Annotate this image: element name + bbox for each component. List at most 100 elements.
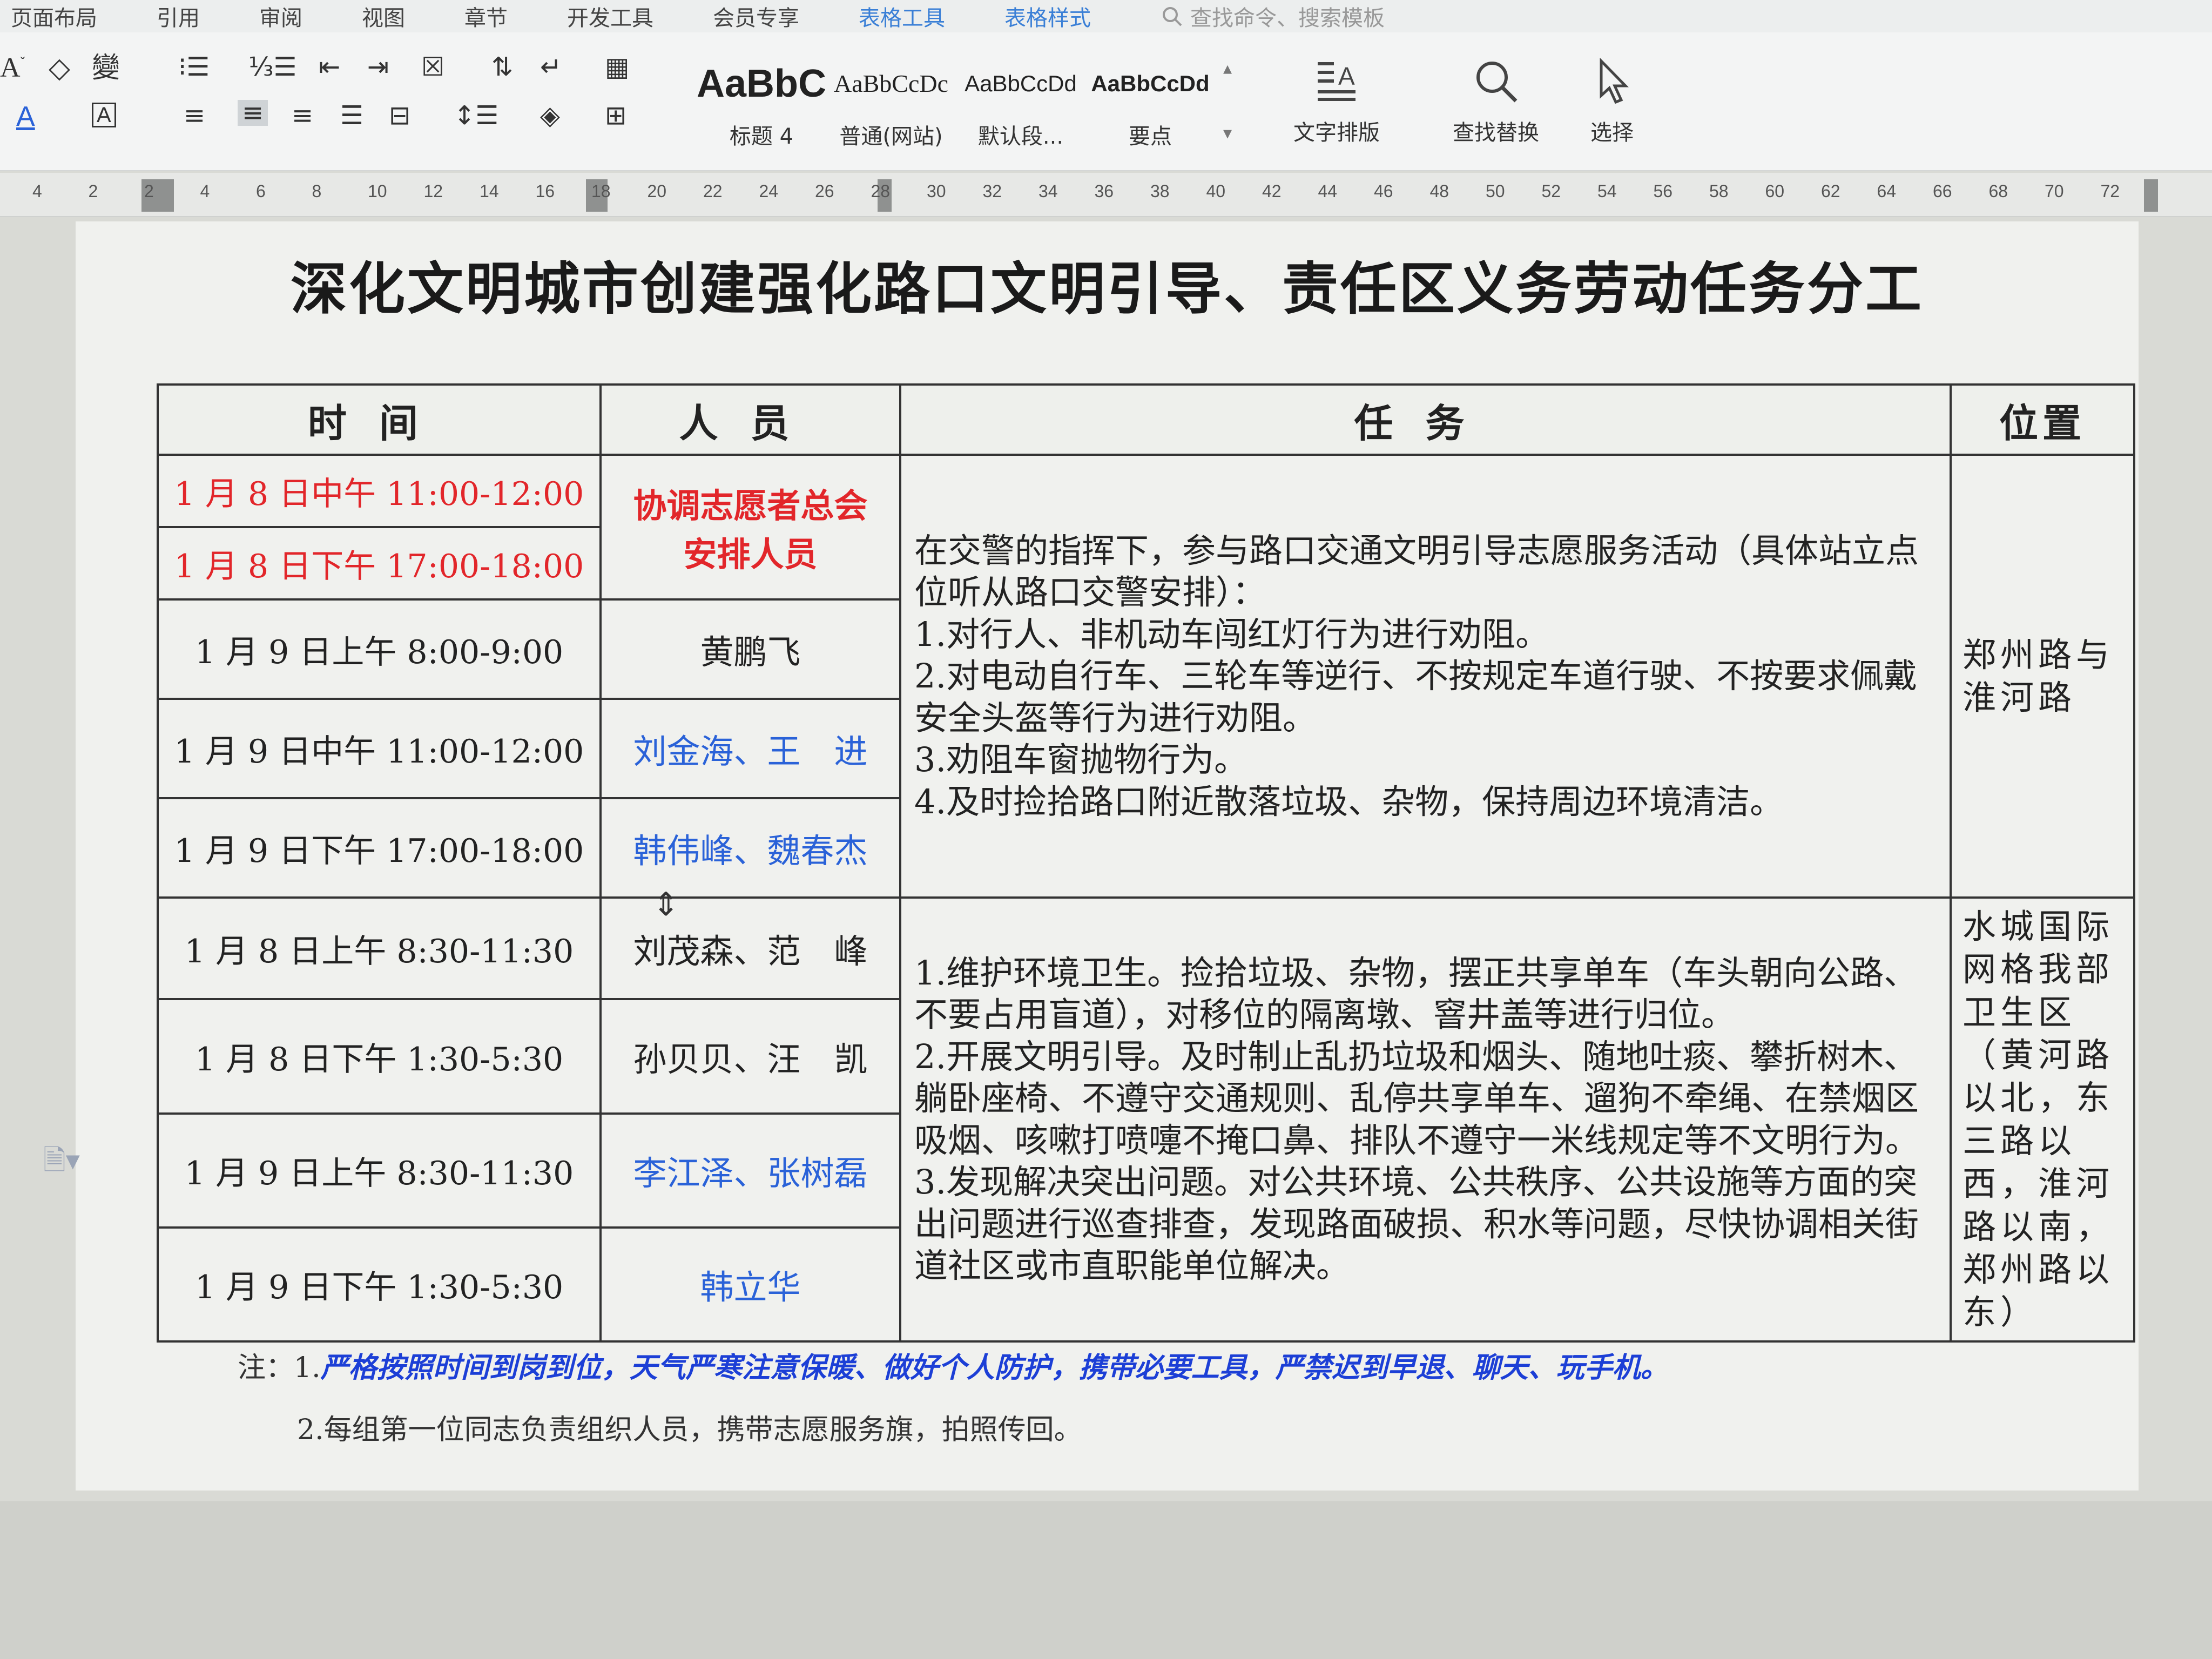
font-size-decrease-icon[interactable]: Aˇ xyxy=(0,54,25,82)
table-row[interactable]: 1 月 8 日上午 8:30-11:30 刘茂森、范 峰 1.维护环境卫生。捡拾… xyxy=(157,896,2135,1343)
menu-developer[interactable]: 开发工具 xyxy=(556,1,702,32)
chinese-layout-icon[interactable]: ☒ xyxy=(421,54,444,80)
menu-references[interactable]: 引用 xyxy=(146,1,248,32)
people-cell[interactable]: 黄鹏飞 xyxy=(599,598,901,700)
increase-indent-icon[interactable]: ⇥ xyxy=(367,54,389,80)
style-scroll-down-icon[interactable]: ▾ xyxy=(1223,124,1232,141)
task-table[interactable]: 时间 人员 任务 位置 1 月 8 日中午 11:00-12:00 协调志愿者总… xyxy=(157,383,2135,1343)
people-cell[interactable]: 协调志愿者总会 安排人员 xyxy=(599,454,901,601)
command-search[interactable]: 查找命令、搜索模板 xyxy=(1139,1,1385,32)
style-normal-web[interactable]: AaBbCcDc 普通(网站) xyxy=(826,59,956,157)
line-spacing-icon[interactable]: ↕☰ xyxy=(454,103,498,129)
menu-table-style[interactable]: 表格样式 xyxy=(994,1,1139,32)
phonetic-guide-glyph: 變 xyxy=(92,52,120,84)
ruler-tick-label: 6 xyxy=(256,181,266,201)
bullet-list-icon[interactable]: ⁝☰ xyxy=(178,54,210,80)
ruler-tick-label: 48 xyxy=(1429,181,1449,201)
ruler-tick-label: 2 xyxy=(144,181,154,201)
distributed-icon[interactable]: ⊟ xyxy=(389,103,410,129)
align-right-icon[interactable]: ≡ xyxy=(292,103,313,129)
time-cell[interactable]: 1 月 9 日下午 1:30-5:30 xyxy=(157,1226,602,1343)
cursor-arrow-icon xyxy=(1600,57,1629,104)
time-cell[interactable]: 1 月 9 日上午 8:00-9:00 xyxy=(157,598,602,700)
menu-page-layout[interactable]: 页面布局 xyxy=(0,1,146,32)
time-cell[interactable]: 1 月 9 日下午 17:00-18:00 xyxy=(157,797,602,899)
paste-options-icon[interactable]: 🗎▾ xyxy=(43,1139,80,1188)
people-cell[interactable]: 刘茂森、范 峰 xyxy=(599,896,901,1001)
people-cell[interactable]: 孙贝贝、汪 凯 xyxy=(599,998,901,1115)
people-cell[interactable]: 刘金海、王 进 xyxy=(599,698,901,799)
ruler-tick-label: 24 xyxy=(759,181,779,201)
time-cell[interactable]: 1 月 8 日下午 17:00-18:00 xyxy=(157,526,602,601)
ruler-tick-label: 18 xyxy=(591,181,611,201)
document-page[interactable]: 深化文明城市创建强化路口文明引导、责任区义务劳动任务分工 时间 人员 任务 位置… xyxy=(76,221,2139,1491)
style-scroll-up-icon[interactable]: ▴ xyxy=(1223,59,1232,77)
style-default-paragraph[interactable]: AaBbCcDd 默认段... xyxy=(959,59,1083,157)
style-key-point-label: 要点 xyxy=(1129,124,1172,149)
table-row[interactable]: 1 月 8 日中午 11:00-12:00 协调志愿者总会 安排人员 在交警的指… xyxy=(157,454,2135,899)
time-cell[interactable]: 1 月 8 日上午 8:30-11:30 xyxy=(157,896,602,1001)
time-cell[interactable]: 1 月 8 日下午 1:30-5:30 xyxy=(157,998,602,1115)
coordinator-line1: 协调志愿者总会 xyxy=(633,486,868,525)
notes-section: 注：1.严格按照时间到岗到位，天气严寒注意保暖、做好个人防护，携带必要工具，严禁… xyxy=(238,1345,1669,1469)
border-icon[interactable]: ⊞ xyxy=(605,103,626,129)
desk-background xyxy=(0,1501,2212,1659)
phonetic-guide-icon[interactable]: 變 xyxy=(92,54,120,82)
select-button[interactable]: 选择 xyxy=(1566,57,1658,146)
task-line: 在交警的指挥下，参与路口交通文明引导志愿服务活动（具体站立点位听从路口交警安排）… xyxy=(914,530,1919,612)
menu-review[interactable]: 审阅 xyxy=(248,1,351,32)
note-2: 2.每组第一位同志负责组织人员，携带志愿服务旗，拍照传回。 xyxy=(297,1414,1082,1446)
ruler-tick-label: 16 xyxy=(535,181,555,201)
horizontal-ruler[interactable]: 4 2 2 4 6 8 10 12 14 16 18 20 22 24 26 28 30 32 34 36 38 40 42… xyxy=(0,173,2212,217)
style-normal-web-sample: AaBbCcDc xyxy=(833,70,949,97)
ruler-tick-label: 8 xyxy=(312,181,322,201)
find-replace-button[interactable]: 查找替换 xyxy=(1426,57,1566,146)
align-center-icon[interactable]: ≡ xyxy=(238,100,268,126)
task-cell-intersection[interactable]: 在交警的指挥下，参与路口交通文明引导志愿服务活动（具体站立点位听从路口交警安排）… xyxy=(899,454,1952,899)
ruler-tick-label: 2 xyxy=(88,181,98,201)
style-heading4[interactable]: AaBbC 标题 4 xyxy=(697,59,826,157)
style-default-paragraph-sample: AaBbCcDd xyxy=(965,71,1077,96)
people-cell[interactable]: 韩伟峰、魏春杰 xyxy=(599,797,901,899)
shading-icon[interactable]: ◈ xyxy=(540,103,560,129)
style-normal-web-label: 普通(网站) xyxy=(839,124,943,149)
select-label: 选择 xyxy=(1590,120,1634,145)
time-cell[interactable]: 1 月 9 日上午 8:30-11:30 xyxy=(157,1112,602,1229)
location-cell[interactable]: 水城国际网格我部卫生区（黄河路以北，东三路以西，淮河路以南，郑州路以东） xyxy=(1950,896,2135,1343)
ruler-tick-label: 4 xyxy=(200,181,210,201)
ruler-tick-label: 32 xyxy=(982,181,1002,201)
style-key-point[interactable]: AaBbCcDd 要点 xyxy=(1085,59,1215,157)
decrease-indent-icon[interactable]: ⇤ xyxy=(319,54,340,80)
sort-icon[interactable]: ⇅ xyxy=(491,54,513,80)
char-border-icon[interactable]: A xyxy=(92,103,116,127)
people-cell[interactable]: 韩立华 xyxy=(599,1226,901,1343)
people-cell[interactable]: 李江泽、张树磊 xyxy=(599,1112,901,1229)
justify-icon[interactable]: ☰ xyxy=(340,103,363,129)
style-heading4-sample: AaBbC xyxy=(697,62,827,105)
style-default-paragraph-label: 默认段... xyxy=(977,124,1064,149)
ruler-right-margin-marker[interactable] xyxy=(2144,179,2158,212)
align-left-icon[interactable]: ≡ xyxy=(184,103,205,129)
ruler-tick-label: 72 xyxy=(2100,181,2120,201)
table-icon[interactable]: ▦ xyxy=(605,54,629,80)
location-cell[interactable]: 郑州路与淮河路 xyxy=(1950,454,2135,899)
time-cell[interactable]: 1 月 9 日中午 11:00-12:00 xyxy=(157,698,602,799)
menu-table-tools[interactable]: 表格工具 xyxy=(848,1,994,32)
note-1-text: 严格按照时间到岗到位，天气严寒注意保暖、做好个人防护，携带必要工具，严禁迟到早退… xyxy=(320,1351,1669,1384)
ruler-tick-label: 56 xyxy=(1653,181,1673,201)
clear-format-icon[interactable]: ◇ xyxy=(49,54,70,82)
style-key-point-sample: AaBbCcDd xyxy=(1091,71,1210,96)
text-layout-icon: A xyxy=(1318,62,1355,101)
ribbon-toolbar: Aˇ ◇ 變 ⁝☰ ⅓☰ ⇤ ⇥ ☒ ⇅ ↵ ▦ A A ≡ ≡ ≡ ☰ ⊟ ↕… xyxy=(0,32,2212,171)
numbered-list-icon[interactable]: ⅓☰ xyxy=(248,54,297,80)
show-marks-icon[interactable]: ↵ xyxy=(540,54,562,80)
ruler-tick-label: 68 xyxy=(1988,181,2008,201)
text-layout-button[interactable]: A 文字排版 xyxy=(1274,57,1399,146)
time-cell[interactable]: 1 月 8 日中午 11:00-12:00 xyxy=(157,454,602,528)
menu-view[interactable]: 视图 xyxy=(351,1,454,32)
font-color-icon[interactable]: A xyxy=(16,103,35,131)
menu-chapter[interactable]: 章节 xyxy=(454,1,556,32)
menu-member[interactable]: 会员专享 xyxy=(702,1,848,32)
ruler-tick-label: 64 xyxy=(1877,181,1897,201)
task-cell-responsibility-area[interactable]: 1.维护环境卫生。捡拾垃圾、杂物，摆正共享单车（车头朝向公路、不要占用盲道），对… xyxy=(899,896,1952,1343)
